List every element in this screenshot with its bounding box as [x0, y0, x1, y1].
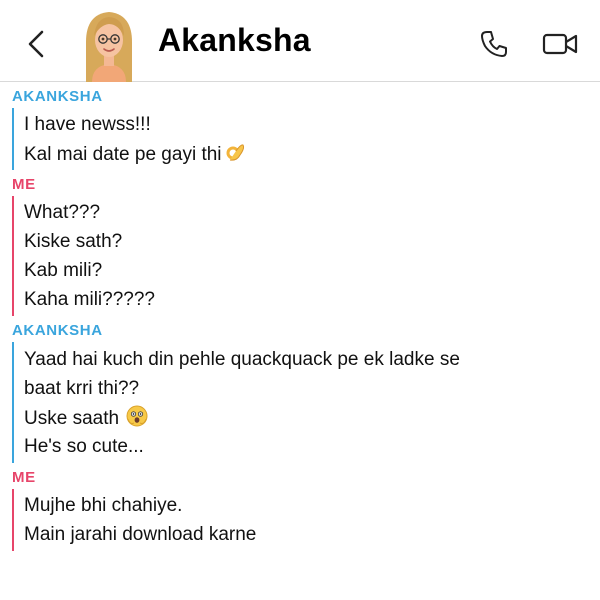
message-group: ME What??? Kiske sath? Kab mili? Kaha mi…: [0, 170, 600, 316]
chat-thread[interactable]: AKANKSHA I have newss!!! Kal mai date pe…: [0, 82, 600, 551]
back-button[interactable]: [20, 26, 52, 62]
message[interactable]: What???: [24, 198, 600, 227]
message-list: I have newss!!! Kal mai date pe gayi thi: [12, 108, 600, 170]
message[interactable]: I have newss!!!: [24, 110, 600, 139]
contact-name[interactable]: Akanksha: [158, 22, 311, 59]
message[interactable]: Main jarahi download karne: [24, 520, 600, 549]
chat-header: Akanksha: [0, 0, 600, 82]
message[interactable]: Kab mili?: [24, 256, 600, 285]
message-group: ME Mujhe bhi chahiye. Main jarahi downlo…: [0, 463, 600, 551]
message-group: AKANKSHA I have newss!!! Kal mai date pe…: [0, 82, 600, 170]
phone-icon: [481, 31, 507, 57]
sender-label: ME: [12, 176, 36, 193]
sender-label: ME: [12, 469, 36, 486]
message[interactable]: Kiske sath?: [24, 227, 600, 256]
video-camera-icon: [542, 33, 578, 55]
message[interactable]: Mujhe bhi chahiye.: [24, 491, 600, 520]
video-call-button[interactable]: [540, 26, 582, 62]
message[interactable]: He's so cute...: [24, 432, 600, 461]
message-list: Yaad hai kuch din pehle quackquack pe ek…: [12, 342, 600, 463]
message-list: What??? Kiske sath? Kab mili? Kaha mili?…: [12, 196, 600, 316]
message[interactable]: Kal mai date pe gayi thi: [24, 139, 600, 168]
bitmoji-avatar[interactable]: [78, 8, 140, 82]
call-button[interactable]: [476, 26, 512, 62]
ok-hand-emoji-icon: [223, 140, 247, 173]
message-list: Mujhe bhi chahiye. Main jarahi download …: [12, 489, 600, 551]
message[interactable]: Yaad hai kuch din pehle quackquack pe ek…: [24, 344, 494, 403]
back-chevron-icon: [28, 30, 44, 58]
message[interactable]: Uske saath: [24, 403, 600, 432]
sender-label: AKANKSHA: [12, 88, 103, 105]
message[interactable]: Kaha mili?????: [24, 285, 600, 314]
message-group: AKANKSHA Yaad hai kuch din pehle quackqu…: [0, 316, 600, 463]
sender-label: AKANKSHA: [12, 322, 103, 339]
